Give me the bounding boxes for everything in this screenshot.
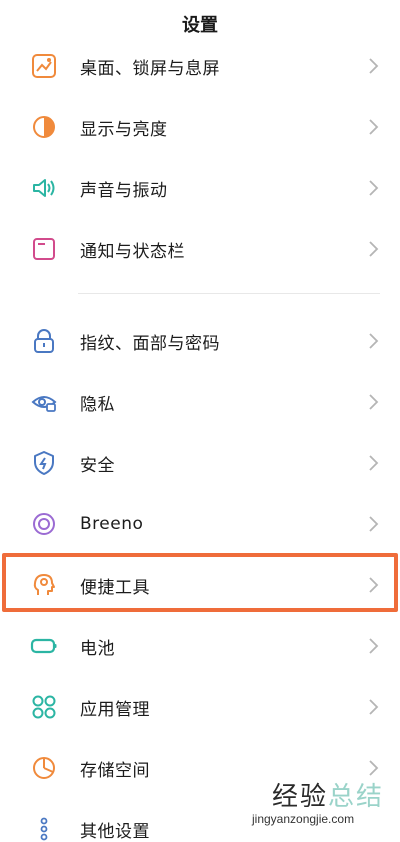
watermark-title: 经验总结 [272, 776, 384, 813]
chevron-right-icon [369, 760, 379, 776]
watermark: 经验总结 jingyanzongjie.com [252, 776, 392, 836]
brightness-icon [30, 113, 58, 141]
breeno-icon [30, 510, 58, 538]
section-divider [78, 293, 380, 294]
settings-item-privacy[interactable]: 隐私 [0, 372, 400, 432]
chevron-right-icon [369, 58, 379, 74]
battery-icon [30, 632, 58, 660]
wallpaper-icon [30, 52, 58, 80]
settings-item-display[interactable]: 显示与亮度 [0, 97, 400, 157]
storage-pie-icon [30, 754, 58, 782]
shield-icon [30, 449, 58, 477]
chevron-right-icon [369, 119, 379, 135]
chevron-right-icon [369, 699, 379, 715]
notification-icon [30, 235, 58, 263]
watermark-dark: 经验 [272, 782, 329, 812]
item-label: 显示与亮度 [80, 119, 168, 140]
chevron-right-icon [369, 577, 379, 593]
settings-item-app-management[interactable]: 应用管理 [0, 677, 400, 737]
chevron-right-icon [369, 516, 379, 532]
more-dots-icon [30, 815, 58, 842]
eye-lock-icon [30, 388, 58, 416]
chevron-right-icon [369, 333, 379, 349]
item-label: 应用管理 [80, 699, 150, 720]
settings-item-notification[interactable]: 通知与状态栏 [0, 219, 400, 279]
item-label: 存储空间 [80, 760, 150, 781]
item-label: Breeno [80, 514, 144, 534]
item-label: 其他设置 [80, 821, 150, 842]
settings-item-security[interactable]: 安全 [0, 433, 400, 493]
item-label: 便捷工具 [80, 577, 150, 598]
apps-icon [30, 693, 58, 721]
settings-item-sound[interactable]: 声音与振动 [0, 158, 400, 218]
settings-item-breeno[interactable]: Breeno [0, 494, 400, 554]
settings-item-convenience-tools[interactable]: 便捷工具 [0, 555, 400, 615]
chevron-right-icon [369, 638, 379, 654]
watermark-tail: 总结 [328, 782, 385, 812]
chevron-right-icon [369, 455, 379, 471]
speaker-icon [30, 174, 58, 202]
settings-item-biometrics[interactable]: 指纹、面部与密码 [0, 311, 400, 371]
chevron-right-icon [369, 394, 379, 410]
page-title: 设置 [182, 15, 218, 36]
chevron-right-icon [369, 180, 379, 196]
item-label: 指纹、面部与密码 [80, 333, 220, 354]
item-label: 通知与状态栏 [80, 241, 185, 262]
head-gear-icon [30, 571, 58, 599]
chevron-right-icon [369, 241, 379, 257]
item-label: 桌面、锁屏与息屏 [80, 58, 220, 79]
watermark-url: jingyanzongjie.com [252, 812, 355, 826]
lock-icon [30, 327, 58, 355]
item-label: 电池 [80, 638, 115, 659]
header: 设置 [0, 0, 400, 48]
item-label: 安全 [80, 455, 115, 476]
item-label: 隐私 [80, 394, 115, 415]
item-label: 声音与振动 [80, 180, 168, 201]
settings-item-battery[interactable]: 电池 [0, 616, 400, 676]
